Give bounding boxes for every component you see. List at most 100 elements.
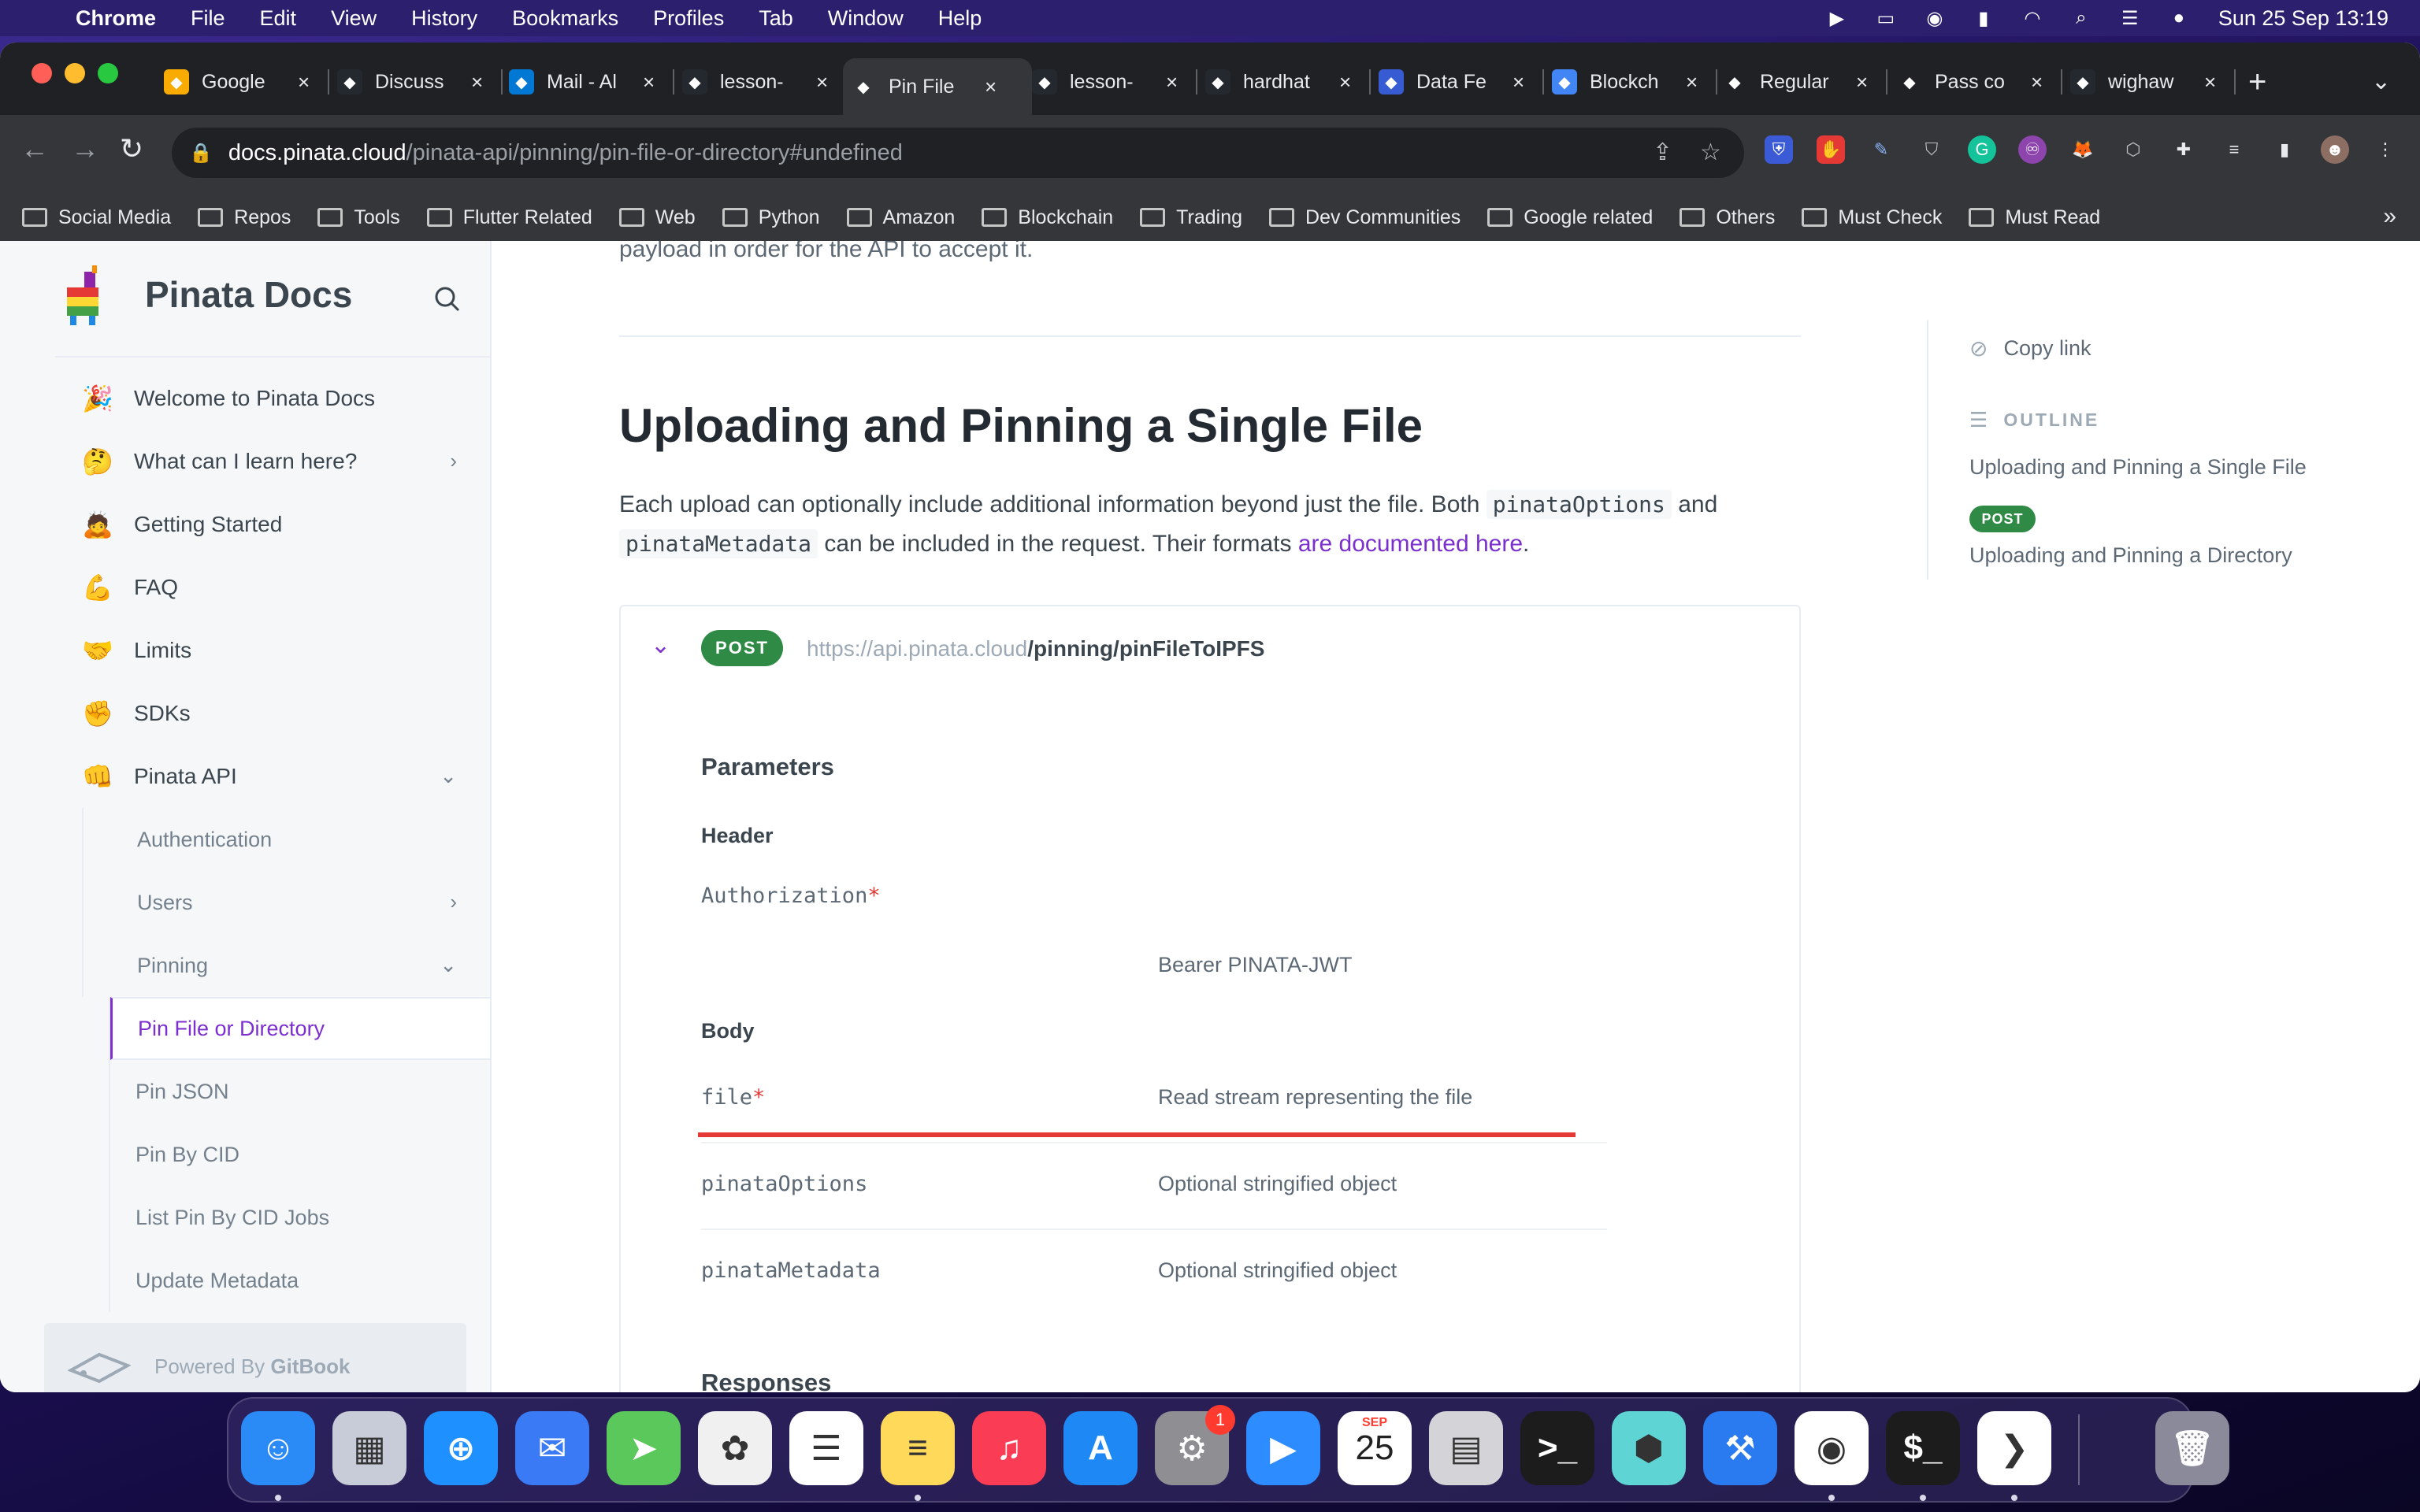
browser-tab[interactable]: ◆ Google × xyxy=(156,58,329,106)
browser-tab[interactable]: ◆ lesson- × xyxy=(674,58,837,106)
endpoint-url[interactable]: https://api.pinata.cloud/pinning/pinFile… xyxy=(807,636,1264,662)
system-preferences-icon[interactable]: ⚙ 1 xyxy=(1155,1405,1235,1485)
documented-here-link[interactable]: are documented here xyxy=(1298,531,1523,557)
powered-by-gitbook[interactable]: Powered By GitBook xyxy=(44,1323,466,1392)
close-tab-icon[interactable]: × xyxy=(816,70,828,94)
chrome-icon[interactable]: ◉ xyxy=(1795,1411,1869,1485)
sidebar-item[interactable]: 🎉 Welcome to Pinata Docs xyxy=(55,367,492,430)
menu-profiles[interactable]: Profiles xyxy=(653,6,724,31)
close-tab-icon[interactable]: × xyxy=(643,70,655,94)
close-tab-icon[interactable]: × xyxy=(985,75,997,99)
minimize-window-button[interactable] xyxy=(65,63,85,83)
sidebar-subitem[interactable]: Authentication xyxy=(82,808,492,871)
bookmark-folder[interactable]: Must Read xyxy=(1969,206,2100,229)
launchpad-icon[interactable]: ▦ xyxy=(332,1411,406,1485)
extension-adblock-icon[interactable]: ✋ xyxy=(1817,135,1845,164)
sidebar-item[interactable]: 💪 FAQ xyxy=(55,556,492,619)
mail-icon[interactable]: ✉ xyxy=(515,1411,589,1485)
sidebar-subitem[interactable]: Users › xyxy=(82,871,492,934)
menu-view[interactable]: View xyxy=(331,6,377,31)
browser-tab[interactable]: ◆ wighaw × xyxy=(2062,58,2236,106)
menu-edit[interactable]: Edit xyxy=(260,6,297,31)
close-tab-icon[interactable]: × xyxy=(1856,70,1868,94)
close-tab-icon[interactable]: × xyxy=(1339,70,1351,94)
bookmark-folder[interactable]: Social Media xyxy=(22,206,171,229)
sidebar-item[interactable]: 🤔 What can I learn here? › xyxy=(55,430,492,493)
browser-tab[interactable]: ◆ Mail - Al × xyxy=(501,58,674,106)
reload-button[interactable]: ↻ xyxy=(120,132,143,165)
sidebar-subitem[interactable]: Pinning ⌄ xyxy=(82,934,492,997)
browser-tab[interactable]: ◆ Pin File × xyxy=(843,58,1032,115)
menu-history[interactable]: History xyxy=(411,6,477,31)
bookmark-folder[interactable]: Google related xyxy=(1487,206,1653,229)
browser-tab[interactable]: ◆ lesson- × xyxy=(1024,58,1197,106)
search-icon[interactable] xyxy=(432,284,463,315)
more-bookmarks-icon[interactable]: » xyxy=(2383,203,2396,230)
extension-shield-icon[interactable]: ⛉ xyxy=(1917,135,1946,164)
sidebar-item[interactable]: Pin By CID xyxy=(110,1123,492,1186)
wifi-icon[interactable]: ◠ xyxy=(2020,8,2045,29)
bookmark-folder[interactable]: Tools xyxy=(317,206,400,229)
chevron-icon[interactable]: ⌄ xyxy=(440,764,457,788)
copy-link-button[interactable]: ⊘ Copy link xyxy=(1969,335,2092,361)
sidebar-item[interactable]: 👊 Pinata API ⌄ xyxy=(55,745,492,808)
menu-app-chrome[interactable]: Chrome xyxy=(76,6,156,31)
maps-icon[interactable]: ➤ xyxy=(607,1411,681,1485)
play-icon[interactable]: ▶ xyxy=(1824,8,1850,29)
chevron-icon[interactable]: ⌄ xyxy=(440,953,457,977)
browser-tab[interactable]: ◆ Regular × xyxy=(1714,58,1887,106)
profile-avatar[interactable]: ☻ xyxy=(2321,135,2349,164)
iterm-icon[interactable]: $_ xyxy=(1886,1411,1960,1485)
menubar-clock[interactable]: Sun 25 Sep 13:19 xyxy=(2218,6,2388,31)
forward-button[interactable]: → xyxy=(71,132,99,165)
browser-tab[interactable]: ◆ Blockch × xyxy=(1544,58,1717,106)
extension-metamask-icon[interactable]: 🦊 xyxy=(2069,135,2097,164)
bookmark-folder[interactable]: Amazon xyxy=(846,206,955,229)
extension-bitwarden-icon[interactable]: ⛨ xyxy=(1765,135,1793,164)
display-icon[interactable]: ▭ xyxy=(1873,8,1899,29)
control-center-icon[interactable]: ☰ xyxy=(2118,8,2143,29)
close-tab-icon[interactable]: × xyxy=(1512,70,1524,94)
back-button[interactable]: ← xyxy=(20,132,49,165)
photos-icon[interactable]: ✿ xyxy=(698,1411,772,1485)
brand[interactable]: Pinata Docs xyxy=(55,255,352,334)
bookmark-folder[interactable]: Web xyxy=(618,206,696,229)
spotlight-search-icon[interactable]: ⌕ xyxy=(2069,7,2094,28)
bookmark-folder[interactable]: Python xyxy=(722,206,820,229)
browser-tab[interactable]: ◆ Discuss × xyxy=(329,58,503,106)
extensions-puzzle-icon[interactable]: ✚ xyxy=(2169,135,2198,164)
finder-icon[interactable]: ☺ xyxy=(241,1411,315,1485)
browser-tab[interactable]: ◆ hardhat × xyxy=(1197,58,1371,106)
close-window-button[interactable] xyxy=(32,63,52,83)
chevron-icon[interactable]: › xyxy=(450,890,457,914)
notes-icon[interactable]: ≡ xyxy=(881,1411,955,1485)
sidebar-item-active[interactable]: Pin File or Directory xyxy=(110,997,492,1060)
bookmark-folder[interactable]: Blockchain xyxy=(982,206,1113,229)
extension-pen-icon[interactable]: ✎ xyxy=(1867,135,1895,164)
zoom-icon[interactable]: ▶ xyxy=(1246,1411,1320,1485)
sidebar-item[interactable]: ✊ SDKs xyxy=(55,682,492,745)
chrome-menu-icon[interactable]: ⋮ xyxy=(2371,135,2400,164)
menu-tab[interactable]: Tab xyxy=(759,6,793,31)
sidebar-item[interactable]: List Pin By CID Jobs xyxy=(110,1186,492,1249)
tab-search-chevron-icon[interactable]: ⌄ xyxy=(2371,68,2391,95)
close-tab-icon[interactable]: × xyxy=(2204,70,2216,94)
siri-icon[interactable]: ● xyxy=(2166,7,2192,28)
sidebar-item[interactable]: 🙇 Getting Started xyxy=(55,493,492,556)
bookmark-folder[interactable]: Must Check xyxy=(1802,206,1942,229)
close-tab-icon[interactable]: × xyxy=(2031,70,2043,94)
menu-window[interactable]: Window xyxy=(828,6,904,31)
menu-bookmarks[interactable]: Bookmarks xyxy=(512,6,618,31)
bookmark-star-icon[interactable]: ☆ xyxy=(1700,139,1721,166)
extension-cube-icon[interactable]: ⬡ xyxy=(2119,135,2147,164)
bookmark-folder[interactable]: Repos xyxy=(198,206,291,229)
zoom-window-button[interactable] xyxy=(98,63,118,83)
browser-tab[interactable]: ◆ Data Fe × xyxy=(1371,58,1544,106)
extension-purple-icon[interactable]: ♾ xyxy=(2018,135,2047,164)
close-tab-icon[interactable]: × xyxy=(298,70,310,94)
bookmark-folder[interactable]: Dev Communities xyxy=(1269,206,1461,229)
bookmark-folder[interactable]: Flutter Related xyxy=(426,206,592,229)
outline-link-directory[interactable]: Uploading and Pinning a Directory xyxy=(1969,543,2292,568)
app-store-icon[interactable]: A xyxy=(1063,1411,1138,1485)
vscode-icon[interactable]: ❯ xyxy=(1977,1411,2051,1485)
